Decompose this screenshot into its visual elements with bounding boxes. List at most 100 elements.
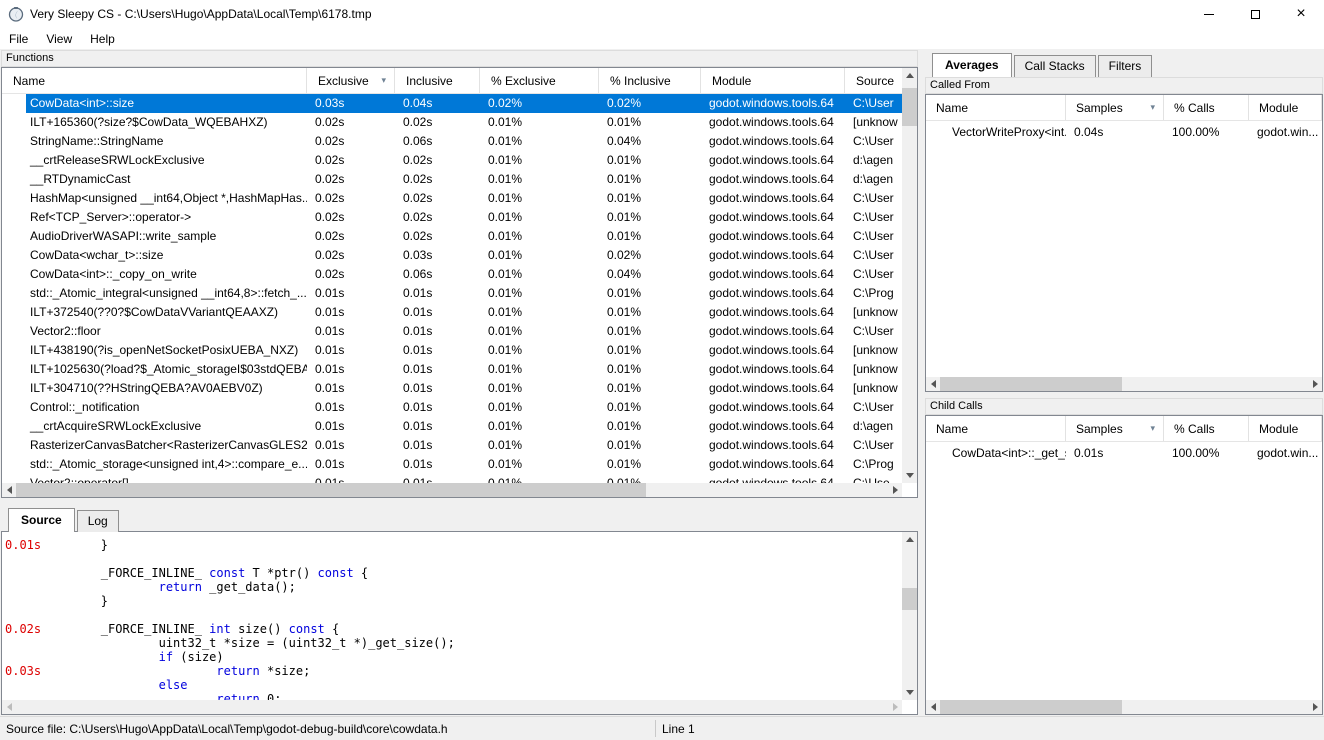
table-row[interactable]: __crtReleaseSRWLockExclusive0.02s0.02s0.… [2, 151, 902, 170]
function-name-cell: ILT+165360(?size?$CowData_WQEBAHXZ) [2, 113, 307, 132]
column-header--calls[interactable]: % Calls [1164, 95, 1249, 120]
tab-averages[interactable]: Averages [932, 53, 1012, 77]
value-cell: godot.windows.tools.64 [701, 246, 845, 265]
scroll-left-button[interactable] [926, 377, 940, 391]
scrollbar-thumb[interactable] [16, 483, 646, 497]
table-row[interactable]: CowData<wchar_t>::size0.02s0.03s0.01%0.0… [2, 246, 902, 265]
column-header-exclusive[interactable]: Exclusive▾ [307, 68, 395, 93]
value-cell: godot.windows.tools.64 [701, 132, 845, 151]
close-button[interactable]: × [1278, 0, 1324, 28]
value-cell: 0.01s [395, 360, 480, 379]
table-row[interactable]: __crtAcquireSRWLockExclusive0.01s0.01s0.… [2, 417, 902, 436]
called-from-horizontal-scrollbar[interactable] [926, 377, 1322, 391]
tab-call-stacks[interactable]: Call Stacks [1014, 55, 1096, 77]
menu-item-view[interactable]: View [37, 30, 81, 48]
scroll-right-button[interactable] [1308, 377, 1322, 391]
tab-source[interactable]: Source [8, 508, 75, 532]
scrollbar-thumb[interactable] [940, 700, 1122, 714]
minimize-button[interactable] [1186, 0, 1232, 28]
maximize-button[interactable] [1232, 0, 1278, 28]
column-header-inclusive[interactable]: Inclusive [395, 68, 480, 93]
table-row[interactable]: ILT+372540(??0?$CowDataVVariantQEAAXZ)0.… [2, 303, 902, 322]
column-header--inclusive[interactable]: % Inclusive [599, 68, 701, 93]
table-row[interactable]: VectorWriteProxy<int...0.04s100.00%godot… [926, 121, 1322, 143]
scroll-right-button[interactable] [888, 483, 902, 497]
function-name-cell: Ref<TCP_Server>::operator-> [2, 208, 307, 227]
table-row[interactable]: __RTDynamicCast0.02s0.02s0.01%0.01%godot… [2, 170, 902, 189]
table-row[interactable]: ILT+304710(??HStringQEBA?AV0AEBV0Z)0.01s… [2, 379, 902, 398]
scroll-up-button[interactable] [902, 68, 917, 83]
value-cell: godot.windows.tools.64 [701, 341, 845, 360]
scrollbar-thumb[interactable] [902, 88, 917, 126]
table-row[interactable]: Vector2::operator[]0.01s0.01s0.01%0.01%g… [2, 474, 902, 483]
source-vertical-scrollbar[interactable] [902, 532, 917, 700]
scrollbar-thumb[interactable] [940, 377, 1122, 391]
functions-caption: Functions [1, 50, 918, 67]
column-header-samples[interactable]: Samples▾ [1066, 95, 1164, 120]
scroll-left-button[interactable] [926, 700, 940, 714]
value-cell: 0.02s [307, 170, 395, 189]
table-row[interactable]: CowData<int>::_get_s...0.01s100.00%godot… [926, 442, 1322, 464]
table-row[interactable]: RasterizerCanvasBatcher<RasterizerCanvas… [2, 436, 902, 455]
table-row[interactable]: ILT+165360(?size?$CowData_WQEBAHXZ)0.02s… [2, 113, 902, 132]
value-cell: 0.01% [599, 113, 701, 132]
function-name-cell: __crtReleaseSRWLockExclusive [2, 151, 307, 170]
table-row[interactable]: std::_Atomic_integral<unsigned __int64,8… [2, 284, 902, 303]
table-row[interactable]: ILT+1025630(?load?$_Atomic_storageI$03st… [2, 360, 902, 379]
value-cell: 0.03s [307, 94, 395, 113]
source-code-text: return *size; [43, 664, 310, 678]
function-name-cell: StringName::StringName [2, 132, 307, 151]
column-header-module[interactable]: Module [1249, 95, 1322, 120]
value-cell: 0.01% [599, 284, 701, 303]
table-row[interactable]: Vector2::floor0.01s0.01s0.01%0.01%godot.… [2, 322, 902, 341]
scrollbar-thumb[interactable] [902, 588, 917, 610]
source-code-view[interactable]: 0.01s } _FORCE_INLINE_ const T *ptr() co… [2, 532, 902, 700]
source-line: } [2, 594, 902, 608]
window-title: Very Sleepy CS - C:\Users\Hugo\AppData\L… [30, 7, 372, 21]
value-cell: godot.win... [1249, 442, 1322, 464]
tab-log[interactable]: Log [77, 510, 119, 532]
source-panel: 0.01s } _FORCE_INLINE_ const T *ptr() co… [1, 531, 918, 715]
child-calls-horizontal-scrollbar[interactable] [926, 700, 1322, 714]
scroll-down-button[interactable] [902, 685, 917, 700]
value-cell: 0.01% [480, 113, 599, 132]
column-header--exclusive[interactable]: % Exclusive [480, 68, 599, 93]
value-cell: godot.windows.tools.64 [701, 417, 845, 436]
menu-item-file[interactable]: File [0, 30, 37, 48]
table-row[interactable]: HashMap<unsigned __int64,Object *,HashMa… [2, 189, 902, 208]
column-header-name[interactable]: Name [926, 95, 1066, 120]
value-cell: godot.windows.tools.64 [701, 189, 845, 208]
column-header--calls[interactable]: % Calls [1164, 416, 1249, 441]
table-row[interactable]: Control::_notification0.01s0.01s0.01%0.0… [2, 398, 902, 417]
menu-item-help[interactable]: Help [81, 30, 124, 48]
scroll-up-button[interactable] [902, 532, 917, 547]
column-header-name[interactable]: Name [2, 68, 307, 93]
value-cell: C:\User [845, 322, 902, 341]
table-row[interactable]: CowData<int>::_copy_on_write0.02s0.06s0.… [2, 265, 902, 284]
tab-filters[interactable]: Filters [1098, 55, 1153, 77]
scroll-down-button[interactable] [902, 468, 917, 483]
column-header-samples[interactable]: Samples▾ [1066, 416, 1164, 441]
source-code-text: uint32_t *size = (uint32_t *)_get_size()… [43, 636, 455, 650]
table-row[interactable]: CowData<int>::size0.03s0.04s0.02%0.02%go… [2, 94, 902, 113]
scroll-right-button[interactable] [1308, 700, 1322, 714]
chevron-right-icon [1313, 380, 1318, 388]
scroll-right-button[interactable] [888, 700, 902, 714]
table-row[interactable]: std::_Atomic_storage<unsigned int,4>::co… [2, 455, 902, 474]
sample-time-label: 0.03s [5, 664, 45, 678]
value-cell: 0.02s [395, 208, 480, 227]
column-header-name[interactable]: Name [926, 416, 1066, 441]
table-row[interactable]: StringName::StringName0.02s0.06s0.01%0.0… [2, 132, 902, 151]
scroll-left-button[interactable] [2, 700, 16, 714]
table-row[interactable]: ILT+438190(?is_openNetSocketPosixUEBA_NX… [2, 341, 902, 360]
scroll-left-button[interactable] [2, 483, 16, 497]
column-header-module[interactable]: Module [701, 68, 845, 93]
function-name-cell: CowData<int>::size [2, 94, 307, 113]
table-row[interactable]: Ref<TCP_Server>::operator->0.02s0.02s0.0… [2, 208, 902, 227]
column-header-module[interactable]: Module [1249, 416, 1322, 441]
value-cell: [unknow [845, 113, 902, 132]
table-row[interactable]: AudioDriverWASAPI::write_sample0.02s0.02… [2, 227, 902, 246]
source-horizontal-scrollbar[interactable] [2, 700, 902, 714]
functions-horizontal-scrollbar[interactable] [2, 483, 902, 497]
functions-vertical-scrollbar[interactable] [902, 68, 917, 483]
